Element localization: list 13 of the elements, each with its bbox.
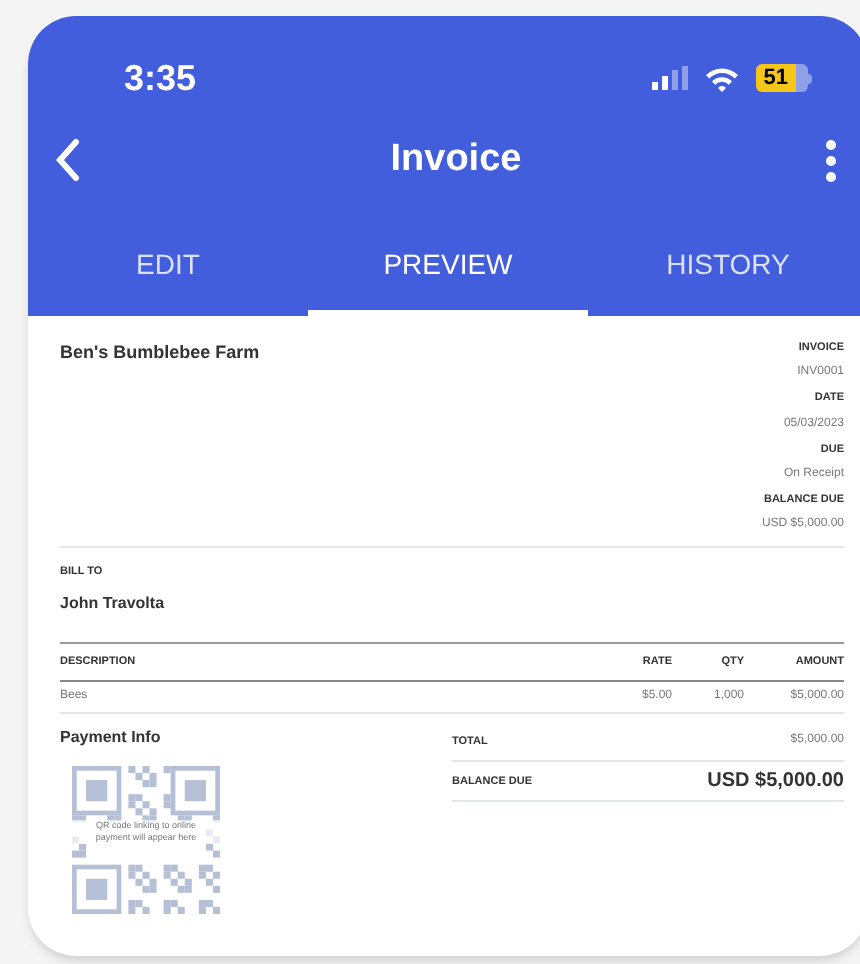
wifi-icon xyxy=(703,65,740,91)
back-chevron-icon xyxy=(54,138,82,182)
tab[interactable]: EDIT xyxy=(28,220,308,316)
total-value: USD $5,000.00 xyxy=(707,768,844,797)
business-name: Ben's Bumblebee Farm xyxy=(60,340,260,366)
status-time: 3:35 xyxy=(124,55,197,101)
tab[interactable]: HISTORY xyxy=(588,220,860,316)
signal-icon xyxy=(651,66,688,90)
tab[interactable]: PREVIEW xyxy=(308,220,588,316)
client-name: John Travolta xyxy=(60,592,167,617)
app-title: Invoice xyxy=(390,135,522,184)
battery-indicator: 51 xyxy=(755,64,808,92)
payment-info-heading: Payment Info xyxy=(60,726,163,751)
